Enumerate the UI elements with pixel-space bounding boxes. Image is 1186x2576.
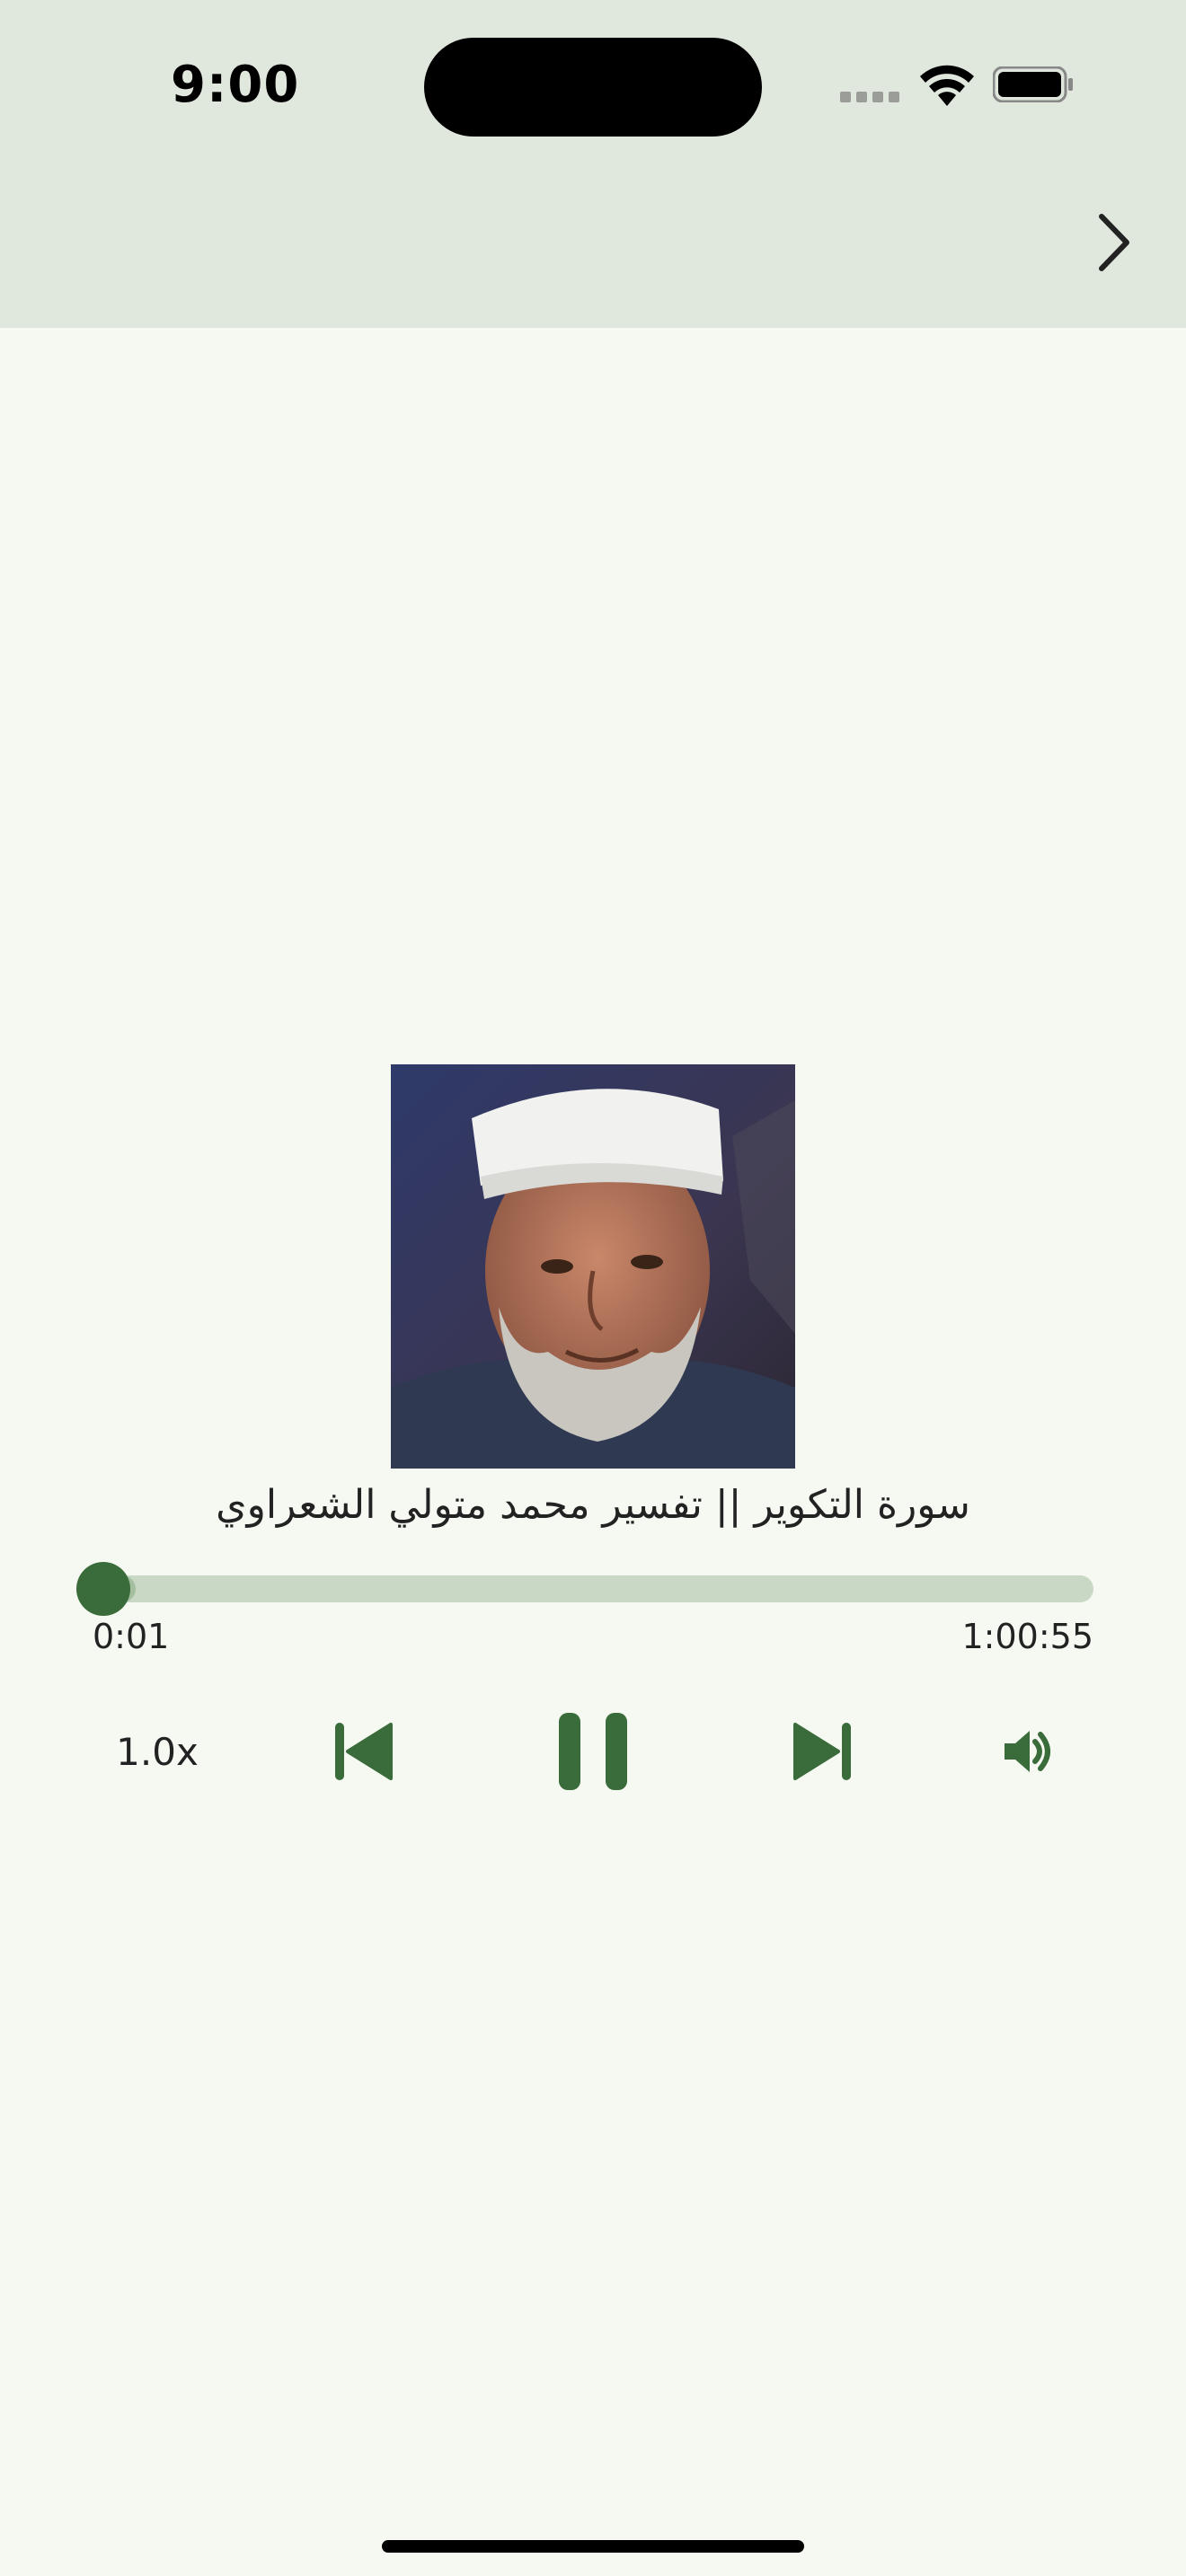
status-bar: 9:00: [0, 0, 1186, 171]
status-time: 9:00: [171, 56, 300, 114]
track-title: سورة التكوير || تفسير محمد متولي الشعراو…: [216, 1482, 970, 1528]
volume-icon: [1005, 1731, 1050, 1772]
skip-next-icon: [793, 1723, 851, 1780]
next-button[interactable]: [782, 1698, 863, 1805]
previous-button[interactable]: [323, 1698, 404, 1805]
album-artwork: [391, 1064, 795, 1469]
pause-icon: [559, 1713, 627, 1790]
playback-speed-button[interactable]: 1.0x: [99, 1698, 216, 1805]
forward-button[interactable]: [1078, 198, 1150, 287]
progress-thumb[interactable]: [76, 1562, 130, 1616]
chevron-right-icon: [1099, 214, 1129, 271]
progress-track[interactable]: [85, 1575, 1093, 1602]
volume-button[interactable]: [988, 1698, 1069, 1805]
current-time: 0:01: [93, 1617, 170, 1656]
wifi-icon: [920, 65, 974, 106]
home-indicator: [382, 2540, 804, 2553]
app-bar: [0, 171, 1186, 328]
total-time: 1:00:55: [961, 1617, 1094, 1656]
battery-icon: [993, 66, 1073, 102]
cellular-signal-icon: [840, 92, 899, 102]
pause-button[interactable]: [539, 1698, 647, 1805]
portrait-image: [391, 1064, 795, 1469]
dynamic-island: [424, 38, 762, 137]
player-controls: 1.0x: [0, 1698, 1186, 1805]
skip-previous-icon: [335, 1723, 393, 1780]
